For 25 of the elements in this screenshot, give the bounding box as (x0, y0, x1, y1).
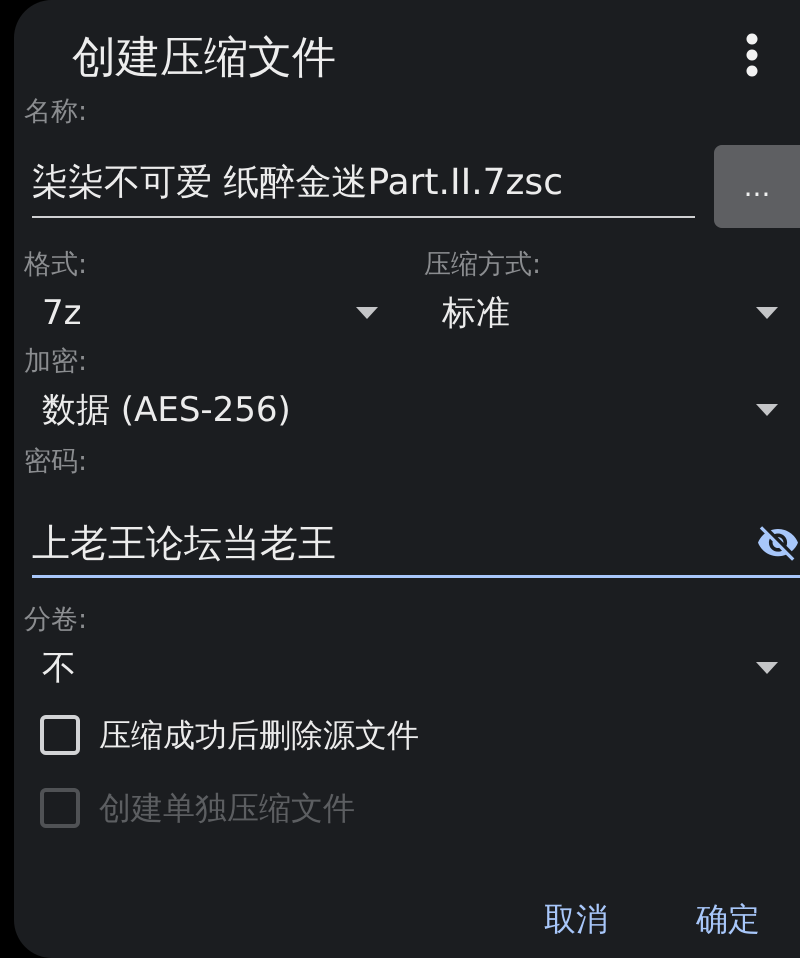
checkbox-label: 压缩成功后删除源文件 (99, 715, 419, 755)
format-dropdown[interactable]: 7z (24, 289, 400, 337)
compression-label: 压缩方式: (424, 249, 542, 281)
encryption-label: 加密: (24, 346, 88, 378)
browse-button[interactable]: ... (714, 145, 800, 228)
cancel-button[interactable]: 取消 (530, 892, 622, 948)
name-label: 名称: (24, 96, 88, 128)
caret-icon (356, 307, 378, 319)
eye-slash-icon[interactable] (758, 526, 798, 561)
name-input-field[interactable]: 柒柒不可爱 纸醉金迷Part.II.7zsc (32, 145, 695, 218)
checkbox[interactable] (40, 715, 80, 755)
password-input-field[interactable]: 上老王论坛当老王 (32, 490, 800, 578)
checkbox-label: 创建单独压缩文件 (99, 788, 355, 828)
compression-dropdown[interactable]: 标准 (424, 289, 800, 337)
confirm-button[interactable]: 确定 (682, 892, 774, 948)
caret-icon (756, 404, 778, 416)
format-label: 格式: (24, 249, 88, 281)
caret-icon (756, 662, 778, 674)
dialog-title: 创建压缩文件 (72, 34, 336, 82)
encryption-dropdown[interactable]: 数据 (AES-256) (24, 386, 800, 434)
caret-icon (756, 307, 778, 319)
split-label: 分卷: (24, 604, 88, 636)
password-label: 密码: (24, 446, 88, 478)
more-options-icon[interactable] (746, 33, 758, 77)
split-dropdown[interactable]: 不 (24, 644, 800, 692)
